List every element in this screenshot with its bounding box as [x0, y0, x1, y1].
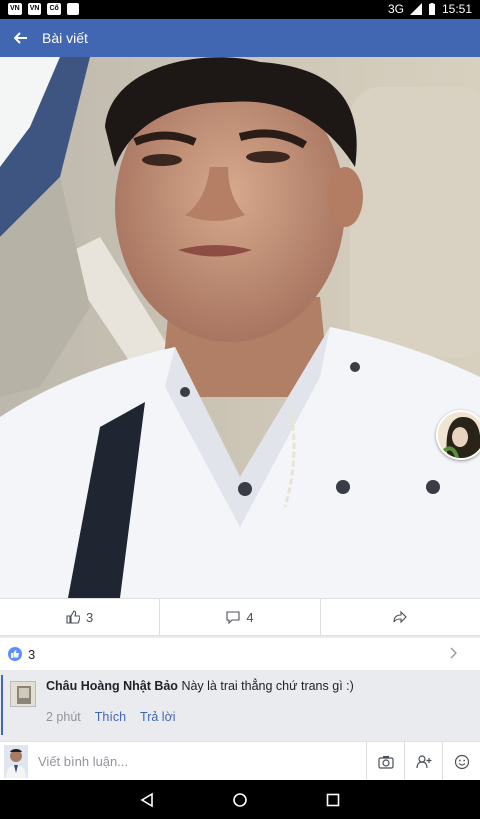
comment-composer: Viết bình luận... [0, 741, 480, 781]
chat-head-avatar [438, 412, 480, 458]
comment-like-link[interactable]: Thích [95, 710, 126, 724]
comment-reply-link[interactable]: Trả lời [140, 710, 176, 724]
comment-count: 4 [246, 609, 254, 625]
notification-icon-2: VN [27, 3, 42, 15]
comment-text: Châu Hoàng Nhật Bảo Này là trai thẳng ch… [46, 679, 354, 693]
square-recents-icon [327, 793, 340, 806]
user-avatar [4, 745, 28, 778]
nav-back-button[interactable] [127, 780, 167, 819]
composer-icons [366, 742, 480, 781]
nav-recents-button[interactable] [313, 780, 353, 819]
smiley-icon [454, 754, 469, 769]
page-title: Bài viết [42, 30, 88, 46]
nav-home-button[interactable] [220, 780, 260, 819]
post-photo-image [0, 57, 480, 598]
notification-icons: VN VN Cố [8, 3, 79, 15]
notification-icon-4 [66, 3, 79, 15]
like-count: 3 [86, 609, 94, 625]
post-actions: 3 4 [0, 598, 480, 636]
reactions-summary[interactable]: 3 [0, 638, 480, 670]
circle-home-icon [233, 792, 247, 807]
commenter-avatar[interactable] [10, 681, 36, 707]
notification-icon-1: VN [8, 3, 22, 15]
comment-item: Châu Hoàng Nhật Bảo Này là trai thẳng ch… [0, 671, 480, 739]
status-right: 3G 15:51 [388, 2, 472, 16]
camera-icon [377, 755, 394, 769]
comment-author[interactable]: Châu Hoàng Nhật Bảo [46, 679, 178, 693]
sticker-button[interactable] [442, 742, 480, 781]
battery-icon [428, 2, 435, 15]
system-nav-bar [0, 780, 480, 819]
comment-highlight-bar [1, 675, 3, 735]
like-button[interactable]: 3 [0, 599, 161, 635]
add-person-icon [415, 754, 431, 768]
share-button[interactable] [321, 599, 480, 635]
reaction-count: 3 [28, 646, 36, 662]
thumbs-up-icon [66, 610, 81, 624]
network-label: 3G [387, 2, 404, 16]
chevron-right-icon [450, 646, 458, 662]
post-photo[interactable] [0, 57, 480, 598]
comment-button[interactable]: 4 [160, 599, 321, 635]
camera-button[interactable] [366, 742, 404, 781]
status-bar: VN VN Cố 3G 15:51 [0, 0, 480, 19]
comment-meta: 2 phút Thích Trả lời [46, 710, 176, 724]
app-bar: Bài viết [0, 19, 480, 57]
back-button[interactable] [0, 28, 42, 49]
like-reaction-icon [8, 647, 22, 661]
comment-time: 2 phút [46, 710, 81, 724]
comment-input[interactable]: Viết bình luận... [38, 754, 128, 769]
tag-friend-button[interactable] [404, 742, 442, 781]
clock: 15:51 [441, 2, 472, 16]
notification-icon-3: Cố [47, 3, 61, 15]
arrow-left-icon [13, 31, 27, 44]
chat-head-bubble[interactable] [436, 410, 480, 460]
triangle-back-icon [140, 792, 153, 807]
comment-body: Này là trai thẳng chứ trans gì :) [181, 679, 354, 693]
comment-icon [226, 611, 240, 624]
signal-icon [409, 3, 422, 15]
share-icon [393, 610, 408, 624]
